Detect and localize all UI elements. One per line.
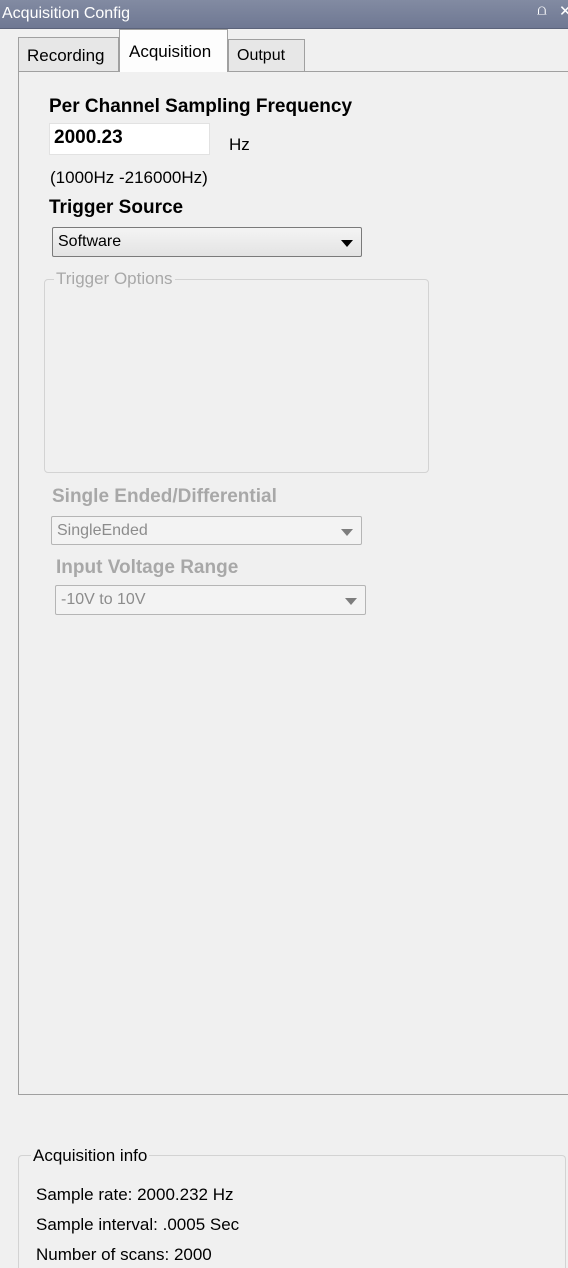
voltage-range-label: Input Voltage Range	[56, 557, 239, 578]
trigger-source-value: Software	[58, 233, 122, 250]
acquisition-tab-panel: Per Channel Sampling Frequency 2000.23 H…	[18, 71, 568, 1095]
tab-recording[interactable]: Recording	[18, 37, 119, 71]
acquisition-info-group: Acquisition info Sample rate: 2000.232 H…	[18, 1146, 566, 1268]
chevron-down-icon	[341, 529, 353, 536]
pin-icon[interactable]: ⩍	[537, 2, 547, 20]
trigger-source-dropdown[interactable]: Software	[52, 227, 362, 257]
trigger-source-label: Trigger Source	[49, 197, 184, 218]
sampling-frequency-input[interactable]: 2000.23	[49, 123, 210, 155]
sampling-frequency-range: (1000Hz -216000Hz)	[50, 168, 208, 187]
close-icon[interactable]: ✕	[559, 3, 568, 21]
tab-output[interactable]: Output	[228, 39, 305, 71]
sampling-frequency-label: Per Channel Sampling Frequency	[49, 96, 353, 117]
number-of-scans-text: Number of scans: 2000	[36, 1245, 212, 1264]
input-mode-value: SingleEnded	[57, 522, 148, 539]
sampling-frequency-unit: Hz	[229, 135, 250, 154]
trigger-options-group: Trigger Options	[44, 269, 429, 473]
voltage-range-value: -10V to 10V	[61, 591, 146, 608]
acquisition-info-title: Acquisition info	[31, 1146, 150, 1166]
sample-interval-text: Sample interval: .0005 Sec	[36, 1215, 240, 1234]
tab-strip: Recording Acquisition Output	[18, 29, 568, 72]
input-mode-dropdown[interactable]: SingleEnded	[51, 516, 362, 545]
trigger-options-label: Trigger Options	[54, 269, 175, 289]
voltage-range-dropdown[interactable]: -10V to 10V	[55, 585, 366, 615]
tab-acquisition[interactable]: Acquisition	[119, 29, 228, 72]
input-mode-label: Single Ended/Differential	[52, 486, 277, 507]
window-title: Acquisition Config	[2, 5, 131, 22]
sample-rate-text: Sample rate: 2000.232 Hz	[36, 1185, 234, 1204]
chevron-down-icon	[341, 240, 353, 247]
chevron-down-icon	[345, 598, 357, 605]
window-titlebar: Acquisition Config ⩍ ✕	[0, 0, 568, 29]
